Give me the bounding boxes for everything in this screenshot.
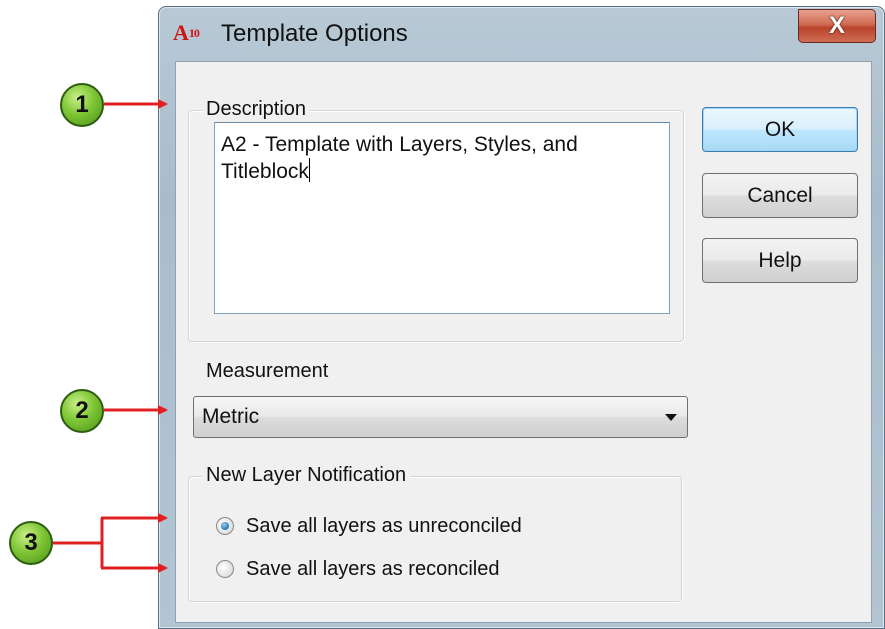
callout-arrows — [52, 99, 168, 573]
callout-2-badge: 2 — [60, 389, 104, 433]
callout-3-badge: 3 — [9, 521, 53, 565]
callout-1-badge: 1 — [60, 83, 104, 127]
